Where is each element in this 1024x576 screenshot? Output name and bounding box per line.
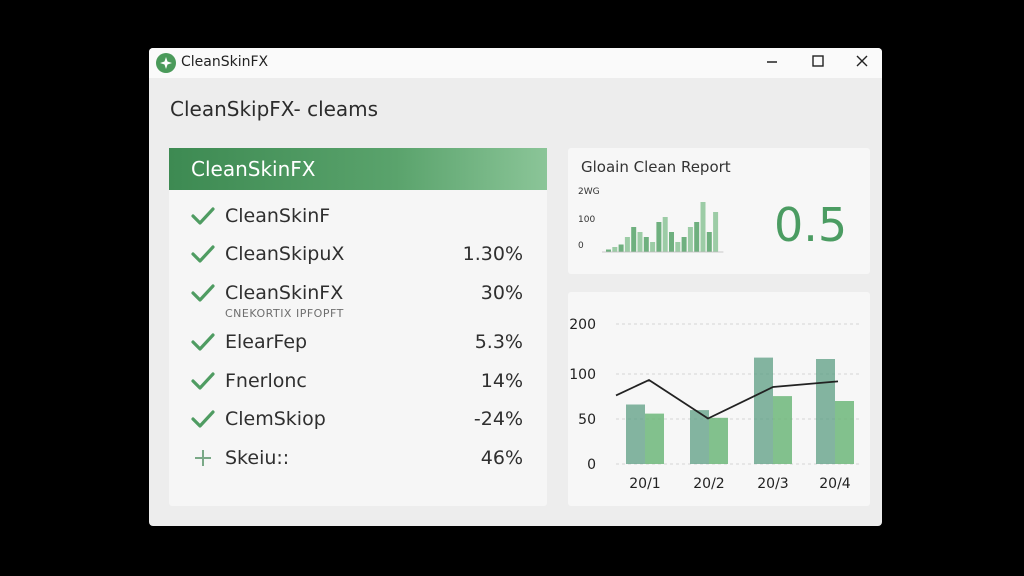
item-label: CleanSkipuX (225, 243, 345, 265)
check-icon (191, 243, 215, 265)
list-item[interactable]: CleanSkinFX 30% CNEKORTIX IPFOPFT (169, 277, 547, 320)
minimize-icon (767, 61, 777, 63)
item-list-panel: CleanSkinFX CleanSkinF CleanSkipuX 1.30% Cl… (169, 148, 547, 506)
page-heading: CleanSkipFX- cleams (170, 97, 379, 121)
item-value: 14% (480, 370, 523, 392)
bar (643, 237, 649, 252)
trend-chart: 200 100 50 0 20/1 20/2 20/3 20/4 (569, 317, 860, 492)
bar (645, 413, 664, 464)
list-item[interactable]: ElearFep 5.3% (169, 326, 547, 358)
check-icon (191, 331, 215, 353)
list-item[interactable]: Fnerlonc 14% (169, 365, 547, 397)
list-item[interactable]: CleanSkinF (169, 200, 547, 232)
y-tick-label: 0 (578, 241, 584, 251)
bar (687, 227, 693, 252)
item-value: 30% (480, 282, 523, 304)
bar (713, 212, 719, 252)
bar (612, 247, 618, 252)
close-icon (856, 55, 868, 67)
report-title: Gloain Clean Report (581, 158, 731, 176)
y-tick-label: 200 (569, 317, 596, 333)
minimize-button[interactable] (758, 53, 786, 73)
title-bar: CleanSkinFX (149, 48, 882, 78)
item-value: 46% (480, 447, 523, 469)
bar (624, 237, 630, 252)
item-sublabel: CNEKORTIX IPFOPFT (225, 307, 344, 320)
check-icon (191, 408, 215, 430)
list-item[interactable]: Skeiu:: 46% (169, 442, 547, 474)
bar (626, 404, 645, 464)
plus-icon (191, 447, 215, 469)
list-item[interactable]: ClemSkiop -24% (169, 403, 547, 435)
window-title: CleanSkinFX (181, 54, 269, 70)
item-label: Skeiu:: (225, 447, 290, 469)
item-label: CleanSkinF (225, 205, 331, 227)
close-button[interactable] (848, 53, 876, 73)
panel-header: CleanSkinFX (169, 148, 547, 190)
bar (675, 242, 681, 252)
bar (706, 232, 712, 252)
bar (709, 417, 728, 464)
trend-line (615, 378, 839, 420)
bar (700, 202, 706, 252)
check-icon (191, 370, 215, 392)
item-label: ElearFep (225, 331, 308, 353)
mini-bar-chart: 2WG 100 0 (578, 187, 724, 253)
item-label: Fnerlonc (225, 370, 307, 392)
bar (694, 222, 700, 252)
y-tick-label: 100 (578, 215, 595, 225)
x-tick-label: 20/3 (757, 476, 788, 492)
bar (650, 242, 656, 252)
y-tick-label: 50 (578, 412, 596, 428)
x-tick-label: 20/2 (693, 476, 724, 492)
y-tick-label: 2WG (578, 187, 600, 197)
bar (656, 222, 662, 252)
maximize-button[interactable] (804, 53, 832, 73)
report-card: Gloain Clean Report 2WG 100 0 0.5 (568, 148, 870, 274)
item-label: CleanSkinFX (225, 282, 344, 304)
bar (618, 244, 624, 252)
maximize-icon (812, 55, 824, 67)
check-icon (191, 205, 215, 227)
app-window: CleanSkinFX CleanSkipFX- cleams CleanSki… (149, 48, 882, 526)
trend-chart-card: 200 100 50 0 20/1 20/2 20/3 20/4 (568, 292, 870, 506)
bar (773, 396, 792, 464)
check-icon (191, 282, 215, 304)
bar (681, 237, 687, 252)
item-value: 5.3% (474, 331, 523, 353)
bar (662, 217, 668, 252)
bar (631, 227, 637, 252)
y-tick-label: 0 (587, 457, 596, 473)
big-metric-value: 0.5 (774, 198, 848, 252)
bar (669, 232, 674, 252)
bar (637, 232, 643, 252)
y-tick-label: 100 (569, 367, 596, 383)
item-value: -24% (473, 408, 523, 430)
x-tick-label: 20/1 (629, 476, 660, 492)
app-logo-icon (156, 53, 176, 73)
list-item[interactable]: CleanSkipuX 1.30% (169, 238, 547, 270)
item-label: ClemSkiop (225, 408, 326, 430)
bar (835, 401, 854, 464)
x-tick-label: 20/4 (819, 476, 851, 492)
item-value: 1.30% (462, 243, 523, 265)
bar (754, 357, 773, 464)
bar (816, 359, 835, 464)
